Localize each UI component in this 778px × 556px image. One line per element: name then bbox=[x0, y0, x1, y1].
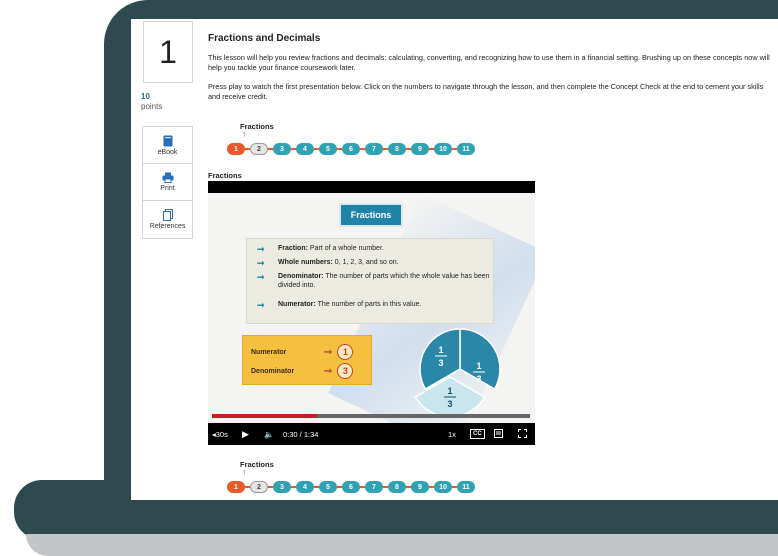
video-slide: Fractions ➞ Fraction: Part of a whole num… bbox=[208, 193, 535, 423]
definitions-box: ➞ Fraction: Part of a whole number. ➞ Whol… bbox=[246, 238, 494, 324]
laptop-base-lip bbox=[26, 534, 778, 556]
step-11-button[interactable]: 11 bbox=[457, 143, 475, 155]
lesson-title: Fractions and Decimals bbox=[208, 33, 321, 44]
video-player[interactable]: Fractions ➞ Fraction: Part of a whole num… bbox=[208, 181, 535, 445]
slice-numerator: 1 bbox=[438, 345, 443, 355]
step-6-button[interactable]: 6 bbox=[342, 143, 360, 155]
points-value: 10 bbox=[141, 92, 150, 101]
arrow-icon: ➞ bbox=[324, 346, 333, 358]
step-5-button[interactable]: 5 bbox=[319, 481, 337, 493]
video-label: Fractions bbox=[208, 171, 242, 180]
denominator-value: 3 bbox=[337, 363, 354, 379]
step-8-button[interactable]: 8 bbox=[388, 481, 406, 493]
print-icon bbox=[162, 172, 173, 183]
arrow-icon: ➞ bbox=[257, 258, 265, 268]
video-time: 0:30 / 1:34 bbox=[283, 429, 319, 439]
step-6-button[interactable]: 6 bbox=[342, 481, 360, 493]
arrow-icon: ➞ bbox=[257, 272, 265, 282]
lesson-number: 1 bbox=[143, 21, 193, 83]
slice-numerator: 1 bbox=[476, 361, 481, 371]
references-label: References bbox=[149, 223, 186, 230]
volume-icon[interactable]: 🔈 bbox=[264, 430, 274, 439]
ebook-icon bbox=[163, 135, 172, 146]
arrow-icon: ➞ bbox=[324, 365, 333, 377]
play-icon[interactable]: ▶ bbox=[242, 429, 249, 440]
video-controls: ◂30s ▶ 🔈 0:30 / 1:34 1x CC bbox=[208, 423, 535, 445]
numerator-value: 1 bbox=[337, 344, 354, 360]
lesson-instructions: Press play to watch the first presentati… bbox=[208, 82, 764, 101]
arrow-icon: ➞ bbox=[257, 300, 265, 310]
step-9-button[interactable]: 9 bbox=[411, 143, 429, 155]
step-4-button[interactable]: 4 bbox=[296, 143, 314, 155]
slice-denominator: 3 bbox=[476, 374, 481, 384]
fraction-pie-chart: 1 3 1 3 1 3 bbox=[414, 328, 501, 418]
arrow-icon: ➞ bbox=[257, 244, 265, 254]
lesson-intro: This lesson will help you review fractio… bbox=[208, 53, 770, 72]
slice-numerator: 1 bbox=[447, 386, 452, 396]
ebook-button[interactable]: eBook bbox=[143, 127, 192, 164]
video-progress-bar[interactable] bbox=[212, 414, 530, 418]
points-label: points bbox=[141, 102, 163, 111]
ebook-label: eBook bbox=[157, 148, 178, 156]
slice-denominator: 3 bbox=[447, 399, 452, 409]
step-7-button[interactable]: 7 bbox=[365, 143, 383, 155]
numerator-label: Numerator bbox=[251, 348, 287, 356]
step-10-button[interactable]: 10 bbox=[434, 143, 452, 155]
definition-item: ➞ Whole numbers: 0, 1, 2, 3, and so on. bbox=[257, 258, 399, 268]
step-10-button[interactable]: 10 bbox=[434, 481, 452, 493]
slice-denominator: 3 bbox=[438, 358, 443, 368]
fullscreen-icon[interactable] bbox=[518, 428, 527, 440]
references-icon bbox=[162, 209, 173, 221]
nav-pointer-icon: ↑ bbox=[242, 129, 247, 139]
slide-title: Fractions bbox=[339, 203, 403, 227]
step-1-button[interactable]: 1 bbox=[227, 143, 245, 155]
rewind-button[interactable]: ◂30s bbox=[212, 430, 228, 439]
step-7-button[interactable]: 7 bbox=[365, 481, 383, 493]
captions-button[interactable]: CC bbox=[470, 429, 485, 439]
definition-item: ➞ Denominator: The number of parts which … bbox=[257, 272, 490, 289]
step-navigator-bottom: 1 2 3 4 5 6 7 8 9 10 11 bbox=[227, 481, 475, 493]
step-navigator: 1 2 3 4 5 6 7 8 9 10 11 bbox=[227, 143, 475, 155]
definition-item: ➞ Fraction: Part of a whole number. bbox=[257, 244, 384, 254]
step-2-button[interactable]: 2 bbox=[250, 143, 268, 155]
speed-button[interactable]: 1x bbox=[448, 430, 456, 439]
step-4-button[interactable]: 4 bbox=[296, 481, 314, 493]
points-block: 10 points bbox=[141, 92, 162, 112]
step-3-button[interactable]: 3 bbox=[273, 143, 291, 155]
lesson-screen: 1 10 points eBook Print References Fract… bbox=[131, 19, 778, 500]
tools-panel: eBook Print References bbox=[142, 126, 193, 239]
step-9-button[interactable]: 9 bbox=[411, 481, 429, 493]
print-button[interactable]: Print bbox=[143, 164, 192, 201]
step-3-button[interactable]: 3 bbox=[273, 481, 291, 493]
step-11-button[interactable]: 11 bbox=[457, 481, 475, 493]
transcript-icon[interactable] bbox=[494, 428, 503, 440]
step-1-button[interactable]: 1 bbox=[227, 481, 245, 493]
step-8-button[interactable]: 8 bbox=[388, 143, 406, 155]
print-label: Print bbox=[160, 185, 175, 192]
denominator-label: Denominator bbox=[251, 367, 295, 375]
definition-item: ➞ Numerator: The number of parts in this … bbox=[257, 300, 422, 310]
step-5-button[interactable]: 5 bbox=[319, 143, 337, 155]
numerator-denominator-box: Numerator ➞ 1 Denominator ➞ 3 bbox=[242, 335, 372, 385]
references-button[interactable]: References bbox=[143, 201, 192, 238]
nav-pointer-icon: ↑ bbox=[242, 467, 247, 477]
video-progress-fill bbox=[212, 414, 317, 418]
step-2-button[interactable]: 2 bbox=[250, 481, 268, 493]
